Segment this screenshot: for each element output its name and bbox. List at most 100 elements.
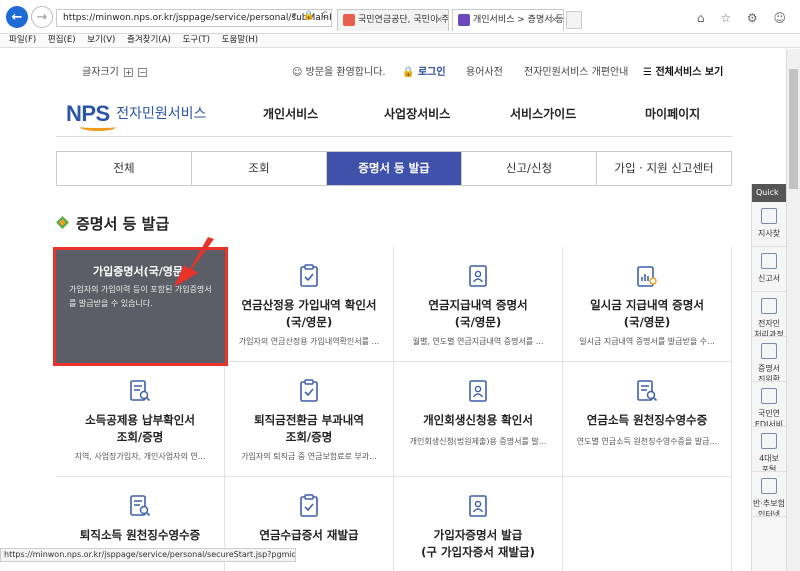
- browser-tab-certificates[interactable]: 개인서비스 > 증명서 등 발... ×: [452, 9, 564, 31]
- service-card[interactable]: 연금소득 원천징수영수증연도별 연금소득 원천징수영수증을 발급...: [563, 362, 732, 477]
- new-tab-button[interactable]: [566, 11, 582, 29]
- service-desc: 일시금 지급내역 증명서를 발급받을 수...: [579, 337, 715, 346]
- forward-arrow-icon[interactable]: →: [31, 6, 53, 28]
- all-services-label: 전체서비스 보기: [655, 67, 724, 78]
- service-name: 개인회생신청용 확인서: [423, 413, 533, 427]
- service-card[interactable]: 연금지급내역 증명서 (국/영문) 월별, 연도별 연금지급내역 증명서를 ...: [394, 247, 563, 362]
- close-tab-icon[interactable]: ×: [550, 10, 558, 30]
- quick-menu-item[interactable]: 증명서 진위확: [752, 337, 786, 382]
- logo-swoosh-icon: [80, 123, 116, 131]
- service-name: 연금소득 원천징수영수증: [586, 413, 708, 427]
- section-title-text: 증명서 등 발급: [76, 215, 170, 233]
- service-card[interactable]: 가입자증명서 발급 (구 가입자증서 재발급): [394, 477, 563, 571]
- dictionary-link[interactable]: 용어사전: [466, 63, 503, 78]
- browser-menubar: 파일(F) 편집(E) 보기(V) 즐겨찾기(A) 도구(T) 도움말(H): [0, 34, 800, 48]
- font-size-label: 글자크기: [82, 67, 119, 78]
- menu-favorites[interactable]: 즐겨찾기(A): [127, 34, 171, 47]
- font-size-control: 글자크기 + −: [82, 63, 148, 78]
- login-link[interactable]: 🔒 로그인: [402, 63, 446, 78]
- gnb-divider: [56, 136, 732, 137]
- quick-menu-icon: [761, 298, 777, 314]
- tab-inquiry[interactable]: 조회: [192, 152, 327, 185]
- gnb-personal-service[interactable]: 개인서비스: [263, 105, 318, 122]
- browser-toolbar-icons[interactable]: ⌂ ☆ ⚙ ☺: [697, 11, 792, 25]
- gnb-service-guide[interactable]: 서비스가이드: [510, 105, 576, 122]
- service-name: 연금수급증서 재발급: [259, 528, 359, 542]
- service-desc: 월별, 연도별 연금지급내역 증명서를 ...: [412, 337, 544, 346]
- scrollbar-thumb[interactable]: [789, 69, 798, 189]
- person-document-icon: [467, 379, 489, 403]
- service-desc: 가입자의 퇴직금 중 연금보험료로 부과...: [241, 452, 377, 461]
- browser-tab-nps-home[interactable]: 국민연금공단, 국민이 주인인 ... ×: [337, 9, 449, 31]
- section-title: 증명서 등 발급: [56, 213, 170, 234]
- menu-view[interactable]: 보기(V): [87, 34, 115, 47]
- person-document-icon: [467, 494, 489, 518]
- quick-menu-label: 4대보 포털: [759, 454, 779, 472]
- logo-service-text: 전자민원서비스: [116, 106, 207, 122]
- font-minus-button[interactable]: −: [138, 67, 148, 77]
- quick-menu-label: 반·추보험 인터넷: [753, 499, 785, 517]
- close-tab-icon[interactable]: ×: [435, 10, 443, 30]
- nps-favicon-icon: [343, 14, 355, 26]
- quick-menu-item[interactable]: 전자민 처리과정: [752, 292, 786, 337]
- page-scrollbar[interactable]: [786, 49, 800, 571]
- quick-menu-icon: [761, 208, 777, 224]
- quick-menu-item[interactable]: 지사찾: [752, 202, 786, 247]
- quick-menu-item[interactable]: 반·추보험 인터넷: [752, 472, 786, 517]
- renewal-notice-link[interactable]: 전자민원서비스 개편안내: [524, 63, 628, 78]
- service-name: 연금산정용 가입내역 확인서 (국/영문): [241, 298, 377, 329]
- category-tabs: 전체 조회 증명서 등 발급 신고/신청 가입 · 지원 신고센터: [56, 151, 732, 186]
- chart-document-icon: [636, 264, 658, 288]
- tab-join-support[interactable]: 가입 · 지원 신고센터: [597, 152, 731, 185]
- service-card[interactable]: 소득공제용 납부확인서 조회/증명지역, 사업장가입자, 개인사업자의 연...: [56, 362, 225, 477]
- search-document-icon: [636, 379, 658, 403]
- tab-certificates[interactable]: 증명서 등 발급: [327, 152, 462, 185]
- quick-menu-item[interactable]: 4대보 포털: [752, 427, 786, 472]
- service-card[interactable]: 일시금 지급내역 증명서 (국/영문) 일시금 지급내역 증명서를 발급받을 수.…: [563, 247, 732, 362]
- document-check-icon: [298, 494, 320, 518]
- service-name: 가입자증명서 발급 (구 가입자증서 재발급): [421, 528, 535, 559]
- login-label: 로그인: [417, 67, 446, 78]
- tab-report-apply[interactable]: 신고/신청: [462, 152, 597, 185]
- service-name: 일시금 지급내역 증명서 (국/영문): [590, 298, 704, 329]
- quick-menu-label: 신고서: [757, 274, 781, 283]
- tab-all[interactable]: 전체: [57, 152, 192, 185]
- red-pointer-arrow-icon: [174, 237, 214, 287]
- service-name: 소득공제용 납부확인서 조회/증명: [85, 413, 195, 444]
- service-name: 퇴직금전환금 부과내역 조회/증명: [254, 413, 364, 444]
- nps-favicon-icon: [458, 14, 470, 26]
- address-bar-icons[interactable]: ▾ 🔒 C: [292, 11, 330, 21]
- lock-icon: 🔒: [402, 67, 415, 78]
- service-desc: 지역, 사업장가입자, 개인사업자의 연...: [74, 452, 206, 461]
- service-card[interactable]: 연금산정용 가입내역 확인서 (국/영문) 가입자의 연금산정용 가입내역확인서를…: [225, 247, 394, 362]
- menu-edit[interactable]: 편집(E): [48, 34, 76, 47]
- quick-menu-label: 전자민 처리과정: [754, 319, 784, 337]
- all-services-link[interactable]: ☰ 전체서비스 보기: [643, 63, 723, 78]
- back-arrow-icon[interactable]: ←: [6, 6, 28, 28]
- quick-menu-header: Quick: [752, 184, 786, 202]
- nps-logo[interactable]: NPS 전자민원서비스: [66, 101, 207, 131]
- gnb-business-service[interactable]: 사업장서비스: [384, 105, 450, 122]
- service-desc: 가입자의 연금산정용 가입내역확인서를 ...: [238, 337, 380, 346]
- quick-menu-item[interactable]: 국민연 EDI서비 (사업장): [752, 382, 786, 427]
- quick-menu-item[interactable]: 신고서: [752, 247, 786, 292]
- quick-menu-icon: [761, 253, 777, 269]
- service-card: [563, 477, 732, 571]
- gnb-mypage[interactable]: 마이페이지: [645, 105, 700, 122]
- quick-menu-icon: [761, 433, 777, 449]
- address-bar[interactable]: https://minwon.nps.or.kr/jsppage/service…: [56, 9, 332, 27]
- menu-help[interactable]: 도움말(H): [222, 34, 258, 47]
- service-desc: 개인회생신청(법원제출)용 증명서를 발...: [409, 437, 547, 446]
- browser-titlebar: ← → https://minwon.nps.or.kr/jsppage/ser…: [0, 0, 800, 34]
- service-card[interactable]: 개인회생신청용 확인서개인회생신청(법원제출)용 증명서를 발...: [394, 362, 563, 477]
- quick-menu: Quick 지사찾신고서전자민 처리과정증명서 진위확국민연 EDI서비 (사업…: [751, 184, 786, 571]
- search-document-icon: [129, 379, 151, 403]
- service-card[interactable]: 퇴직금전환금 부과내역 조회/증명가입자의 퇴직금 중 연금보험료로 부과...: [225, 362, 394, 477]
- menu-tools[interactable]: 도구(T): [182, 34, 209, 47]
- quick-menu-icon: [761, 388, 777, 404]
- service-desc: 연도별 연금소득 원천징수영수증을 발급...: [576, 437, 718, 446]
- status-bar-url: https://minwon.nps.or.kr/jsppage/service…: [0, 548, 296, 562]
- font-plus-button[interactable]: +: [124, 67, 133, 77]
- quick-menu-label: 증명서 진위확: [757, 364, 781, 382]
- menu-file[interactable]: 파일(F): [9, 34, 36, 47]
